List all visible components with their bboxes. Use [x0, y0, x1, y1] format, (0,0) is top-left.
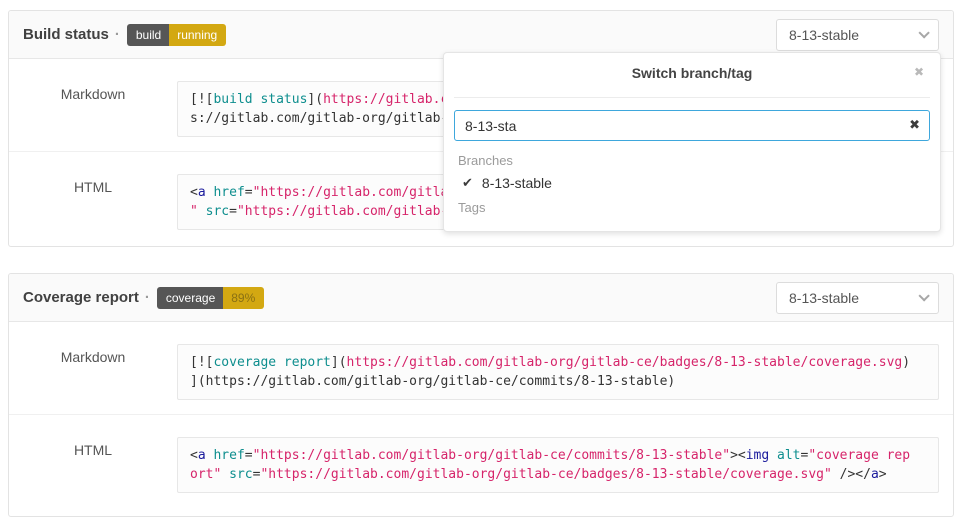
panel-title: Coverage report [23, 289, 139, 306]
branch-item-8-13-stable[interactable]: ✔ 8-13-stable [456, 172, 928, 194]
switch-branch-dropdown: Switch branch/tag ✖ ✖ Branches ✔ 8-13-st… [443, 52, 941, 232]
row-label-markdown: Markdown [9, 81, 177, 102]
row-label-html: HTML [9, 174, 177, 195]
chevron-down-icon [918, 290, 929, 301]
badge-value: 89% [223, 287, 264, 309]
clear-input-icon[interactable]: ✖ [909, 118, 920, 131]
badges-page: Build status · build running 8-13-stable… [0, 0, 964, 523]
branch-search-wrap: ✖ [454, 110, 930, 141]
panel-title: Build status [23, 26, 109, 43]
branch-tag-list: Branches ✔ 8-13-stable Tags [444, 147, 940, 219]
markdown-row: Markdown [![coverage report](https://git… [9, 322, 953, 414]
badge-key: build [127, 24, 169, 46]
check-icon: ✔ [462, 175, 473, 191]
title-separator-dot: · [145, 289, 150, 306]
branch-select-button[interactable]: 8-13-stable [776, 282, 939, 314]
branch-search-input[interactable] [454, 110, 930, 141]
branch-select-button[interactable]: 8-13-stable [776, 19, 939, 51]
panel-header: Coverage report · coverage 89% 8-13-stab… [9, 274, 953, 322]
coverage-badge: coverage 89% [157, 287, 264, 309]
dropdown-titlebar: Switch branch/tag ✖ [444, 53, 940, 92]
dropdown-separator [454, 97, 930, 98]
markdown-code-block: [![coverage report](https://gitlab.com/g… [177, 344, 939, 400]
badge-key: coverage [157, 287, 223, 309]
dropdown-title: Switch branch/tag [632, 65, 753, 81]
branch-select-value: 8-13-stable [789, 290, 859, 306]
html-row: HTML <a href="https://gitlab.com/gitlab-… [9, 414, 953, 507]
title-separator-dot: · [115, 26, 120, 43]
coverage-report-panel: Coverage report · coverage 89% 8-13-stab… [8, 273, 954, 517]
section-label-tags: Tags [456, 194, 928, 219]
close-icon[interactable]: ✖ [914, 66, 924, 78]
chevron-down-icon [918, 27, 929, 38]
row-label-html: HTML [9, 437, 177, 458]
html-code-block: <a href="https://gitlab.com/gitlab-org/g… [177, 437, 939, 493]
branch-item-label: 8-13-stable [482, 175, 552, 191]
badge-value: running [169, 24, 226, 46]
row-label-markdown: Markdown [9, 344, 177, 365]
section-label-branches: Branches [456, 147, 928, 172]
branch-select-value: 8-13-stable [789, 27, 859, 43]
build-status-badge: build running [127, 24, 226, 46]
